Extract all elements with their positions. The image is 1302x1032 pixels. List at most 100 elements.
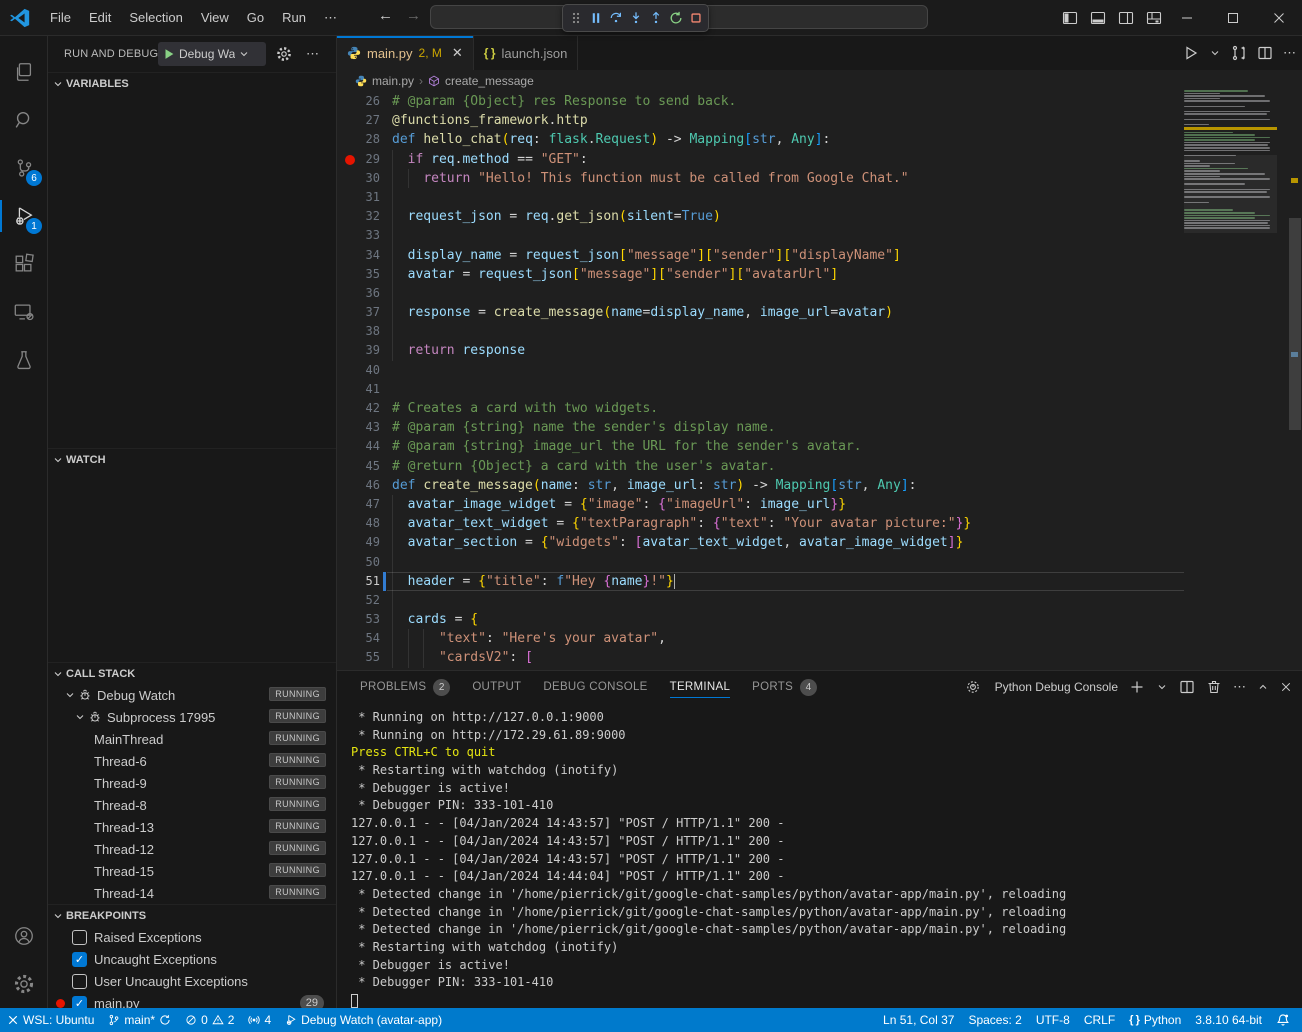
callstack-row[interactable]: Subprocess 17995RUNNING	[48, 706, 336, 728]
tab-main-py[interactable]: main.py 2, M ✕	[337, 36, 474, 70]
breakpoint-row[interactable]: ✓main.py29	[48, 992, 336, 1008]
language-mode[interactable]: { } Python	[1122, 1008, 1188, 1032]
menu-item-[interactable]: ⋯	[315, 6, 346, 30]
code-line-32[interactable]: 32 request_json = req.get_json(silent=Tr…	[337, 207, 1184, 226]
code-editor[interactable]: 26# @param {Object} res Response to send…	[337, 92, 1184, 670]
search-icon[interactable]	[0, 96, 48, 144]
code-line-50[interactable]: 50	[337, 553, 1184, 572]
close-panel-icon[interactable]	[1280, 681, 1292, 693]
debug-step-out-button[interactable]	[647, 8, 664, 28]
remote-indicator[interactable]: WSL: Ubuntu	[0, 1008, 101, 1032]
debug-stop-button[interactable]	[687, 8, 704, 28]
panel-tab-problems[interactable]: PROBLEMS2	[360, 671, 450, 703]
panel-more-actions-icon[interactable]: ⋯	[1233, 679, 1246, 695]
code-line-27[interactable]: 27@functions_framework.http	[337, 111, 1184, 130]
code-line-26[interactable]: 26# @param {Object} res Response to send…	[337, 92, 1184, 111]
nav-forward-arrow[interactable]: →	[406, 7, 421, 24]
panel-tab-terminal[interactable]: TERMINAL	[670, 671, 731, 703]
scrollbar-thumb[interactable]	[1289, 218, 1301, 430]
breakpoint-row[interactable]: Raised Exceptions	[48, 926, 336, 948]
panel-tab-debug-console[interactable]: DEBUG CONSOLE	[543, 671, 647, 703]
breakpoint-row[interactable]: ✓Uncaught Exceptions	[48, 948, 336, 970]
code-line-38[interactable]: 38	[337, 322, 1184, 341]
terminal-output[interactable]: * Running on http://127.0.0.1:9000 * Run…	[337, 703, 1302, 1009]
kill-terminal-icon[interactable]	[1206, 679, 1222, 695]
code-line-49[interactable]: 49 avatar_section = {"widgets": [avatar_…	[337, 533, 1184, 552]
code-line-44[interactable]: 44# @param {string} image_url the URL fo…	[337, 437, 1184, 456]
callstack-row[interactable]: Thread-12RUNNING	[48, 838, 336, 860]
panel-tab-output[interactable]: OUTPUT	[472, 671, 521, 703]
callstack-row[interactable]: Thread-13RUNNING	[48, 816, 336, 838]
breadcrumb-file[interactable]: main.py	[372, 74, 414, 88]
python-interpreter-status[interactable]: 3.8.10 64-bit	[1188, 1008, 1269, 1032]
callstack-row[interactable]: Thread-6RUNNING	[48, 750, 336, 772]
code-line-36[interactable]: 36	[337, 284, 1184, 303]
code-line-55[interactable]: 55 "cardsV2": [	[337, 648, 1184, 667]
code-line-46[interactable]: 46def create_message(name: str, image_ur…	[337, 476, 1184, 495]
callstack-row[interactable]: Thread-9RUNNING	[48, 772, 336, 794]
breadcrumb-symbol[interactable]: create_message	[445, 74, 534, 88]
code-line-41[interactable]: 41	[337, 380, 1184, 399]
breakpoint-checkbox[interactable]	[72, 974, 87, 989]
maximize-panel-icon[interactable]	[1257, 681, 1269, 693]
source-control-icon[interactable]: 6	[0, 144, 48, 192]
customize-layout-icon[interactable]	[1146, 10, 1162, 26]
split-editor-icon[interactable]	[1257, 45, 1273, 61]
callstack-row[interactable]: Thread-15RUNNING	[48, 860, 336, 882]
variables-section-header[interactable]: VARIABLES	[48, 72, 336, 94]
code-line-37[interactable]: 37 response = create_message(name=displa…	[337, 303, 1184, 322]
breakpoint-checkbox[interactable]: ✓	[72, 952, 87, 967]
code-line-47[interactable]: 47 avatar_image_widget = {"image": {"ima…	[337, 495, 1184, 514]
toggle-secondary-sidebar-icon[interactable]	[1118, 10, 1134, 26]
settings-gear-icon[interactable]	[0, 960, 48, 1008]
callstack-row[interactable]: Thread-8RUNNING	[48, 794, 336, 816]
debug-restart-button[interactable]	[667, 8, 684, 28]
testing-icon[interactable]	[0, 336, 48, 384]
code-line-33[interactable]: 33	[337, 226, 1184, 245]
callstack-section-header[interactable]: CALL STACK	[48, 662, 336, 684]
menu-item-selection[interactable]: Selection	[120, 6, 191, 30]
code-line-34[interactable]: 34 display_name = request_json["message"…	[337, 246, 1184, 265]
code-line-30[interactable]: 30 return "Hello! This function must be …	[337, 169, 1184, 188]
eol-status[interactable]: CRLF	[1077, 1008, 1122, 1032]
accounts-icon[interactable]	[0, 912, 48, 960]
toolbar-drag-grip[interactable]	[567, 8, 584, 28]
cursor-position[interactable]: Ln 51, Col 37	[876, 1008, 961, 1032]
terminal-dropdown-chevron-icon[interactable]	[1156, 681, 1168, 693]
new-terminal-icon[interactable]	[1129, 679, 1145, 695]
debug-step-into-button[interactable]	[627, 8, 644, 28]
minimap-viewport[interactable]	[1184, 155, 1277, 233]
code-line-48[interactable]: 48 avatar_text_widget = {"textParagraph"…	[337, 514, 1184, 533]
run-and-debug-icon[interactable]: 1	[0, 192, 48, 240]
menu-item-run[interactable]: Run	[273, 6, 315, 30]
watch-section-header[interactable]: WATCH	[48, 448, 336, 470]
tab-launch-json[interactable]: { } launch.json	[474, 36, 579, 70]
nav-back-arrow[interactable]: ←	[378, 7, 393, 24]
breakpoints-section-header[interactable]: BREAKPOINTS	[48, 904, 336, 926]
problems-status[interactable]: 0 2	[178, 1008, 241, 1032]
open-changes-icon[interactable]	[1231, 45, 1247, 61]
code-line-31[interactable]: 31	[337, 188, 1184, 207]
minimap[interactable]	[1184, 90, 1277, 240]
menu-item-view[interactable]: View	[192, 6, 238, 30]
explorer-icon[interactable]	[0, 48, 48, 96]
debug-settings-gear-icon[interactable]	[276, 46, 292, 62]
extensions-icon[interactable]	[0, 240, 48, 288]
debug-step-over-button[interactable]	[607, 8, 624, 28]
notifications-bell[interactable]	[1269, 1008, 1302, 1032]
menu-item-go[interactable]: Go	[238, 6, 273, 30]
split-terminal-icon[interactable]	[1179, 679, 1195, 695]
remote-explorer-icon[interactable]	[0, 288, 48, 336]
encoding-status[interactable]: UTF-8	[1029, 1008, 1077, 1032]
terminal-profile-label[interactable]: Python Debug Console	[995, 680, 1118, 694]
code-line-40[interactable]: 40	[337, 361, 1184, 380]
menu-item-file[interactable]: File	[41, 6, 80, 30]
run-python-file-icon[interactable]	[1183, 45, 1199, 61]
close-icon[interactable]	[1256, 0, 1302, 36]
sidebar-more-actions-icon[interactable]: ⋯	[306, 46, 319, 62]
toggle-sidebar-icon[interactable]	[1062, 10, 1078, 26]
debug-pause-button[interactable]	[587, 8, 604, 28]
menu-item-edit[interactable]: Edit	[80, 6, 120, 30]
code-line-53[interactable]: 53 cards = {	[337, 610, 1184, 629]
debug-session-status[interactable]: Debug Watch (avatar-app)	[278, 1008, 449, 1032]
